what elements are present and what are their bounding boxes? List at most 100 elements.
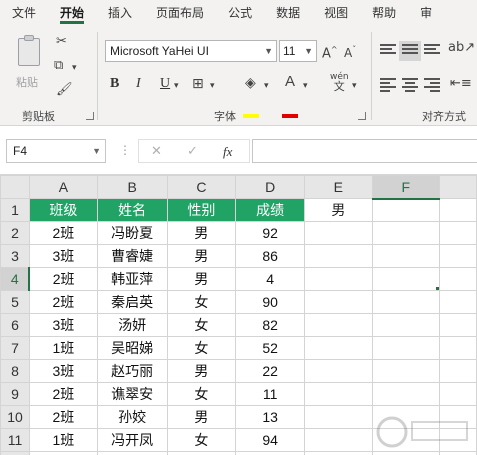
borders-icon[interactable]: ⊞ [192,76,204,92]
table-cell[interactable]: 男 [166,405,237,429]
table-cell[interactable]: 11 [235,382,305,406]
table-cell[interactable]: 1班 [28,336,98,360]
chevron-down-icon[interactable]: ▾ [303,78,308,94]
tab-4[interactable]: 公式 [216,0,264,26]
top-align-icon[interactable] [380,44,396,58]
empty-cell[interactable] [303,290,373,314]
italic-button[interactable]: I [136,74,141,94]
table-cell[interactable]: 22 [235,359,305,383]
table-cell[interactable]: 冯盼夏 [96,221,168,245]
empty-cell[interactable] [303,336,373,360]
font-size-select[interactable]: 11 ▼ [279,40,317,62]
column-header[interactable]: C [166,175,237,199]
empty-cell[interactable] [371,359,440,383]
table-cell[interactable]: 冯开凤 [96,428,168,452]
table-cell[interactable]: 赵巧丽 [96,359,168,383]
empty-cell[interactable] [303,428,373,452]
column-header-selected[interactable]: F [371,175,440,200]
font-dialog-launcher-icon[interactable] [358,112,366,120]
tab-5[interactable]: 数据 [264,0,312,26]
table-cell[interactable]: 孙姣 [96,405,168,429]
empty-cell[interactable] [303,382,373,406]
empty-cell[interactable] [371,198,440,222]
table-header-cell[interactable]: 性别 [166,198,237,222]
column-header[interactable]: E [303,175,373,199]
row-header[interactable]: 2 [0,221,30,245]
table-cell[interactable]: 2班 [28,290,98,314]
indent-icon[interactable]: ⇤≡ [450,76,472,92]
row-header[interactable]: 8 [0,359,30,383]
align-center-icon[interactable] [402,78,418,92]
empty-cell[interactable] [371,290,440,314]
row-header[interactable]: 9 [0,382,30,406]
empty-cell[interactable] [303,221,373,245]
table-cell[interactable]: 3班 [28,244,98,268]
name-box[interactable]: F4 ▼ [6,139,106,163]
table-header-cell[interactable]: 班级 [28,198,98,222]
table-cell[interactable]: 2班 [28,267,98,291]
table-cell[interactable]: 2班 [28,221,98,245]
table-cell[interactable]: 女 [166,290,237,314]
empty-cell[interactable] [438,198,477,222]
row-header[interactable]: 7 [0,336,30,360]
row-header[interactable]: 1 [0,198,30,222]
empty-cell[interactable] [303,405,373,429]
table-cell[interactable]: 4 [235,267,305,291]
empty-cell[interactable] [438,290,477,314]
empty-cell[interactable] [438,313,477,337]
table-header-cell[interactable]: 成绩 [235,198,305,222]
row-header[interactable]: 6 [0,313,30,337]
underline-button[interactable]: U [160,74,170,94]
table-cell[interactable]: 女 [166,428,237,452]
decrease-font-size-icon[interactable]: Aˇ [344,42,356,61]
tab-8[interactable]: 审 [408,0,444,26]
table-cell[interactable]: 男 [166,267,237,291]
table-cell[interactable]: 秦启英 [96,290,168,314]
tab-7[interactable]: 帮助 [360,0,408,26]
font-name-select[interactable]: Microsoft YaHei UI ▼ [105,40,277,62]
table-cell[interactable]: 韩亚萍 [96,267,168,291]
empty-cell[interactable] [438,244,477,268]
middle-align-icon[interactable] [399,41,421,61]
table-cell[interactable]: 52 [235,336,305,360]
table-cell[interactable]: 男 [166,244,237,268]
table-cell[interactable]: 82 [235,313,305,337]
table-cell[interactable]: 男 [166,221,237,245]
formula-input[interactable] [252,139,477,163]
table-cell[interactable]: 女 [166,336,237,360]
table-cell[interactable]: 1班 [28,428,98,452]
column-header[interactable]: B [96,175,168,199]
table-cell[interactable]: 谯翠安 [96,382,168,406]
tab-2[interactable]: 插入 [96,0,144,26]
empty-cell[interactable] [438,451,477,455]
orientation-icon[interactable]: ab↗ [448,40,475,56]
table-header-cell[interactable]: 姓名 [96,198,168,222]
empty-cell[interactable] [28,451,98,455]
empty-cell[interactable] [438,336,477,360]
table-cell[interactable]: 3班 [28,359,98,383]
insert-function-icon[interactable]: fx [223,144,232,160]
empty-cell[interactable] [438,221,477,245]
clipboard-dialog-launcher-icon[interactable] [86,112,94,120]
empty-cell[interactable] [371,313,440,337]
font-color-icon[interactable]: A [285,74,295,90]
paste-button[interactable]: 粘贴 [12,34,46,94]
empty-cell[interactable] [371,244,440,268]
tab-0[interactable]: 文件 [0,0,48,26]
row-header[interactable]: 5 [0,290,30,314]
column-header[interactable]: A [28,175,98,199]
empty-cell[interactable] [438,359,477,383]
row-header[interactable]: 3 [0,244,30,268]
copy-dropdown-icon[interactable]: ▾ [72,60,77,76]
tab-6[interactable]: 视图 [312,0,360,26]
tab-1[interactable]: 开始 [48,0,96,26]
table-cell[interactable]: 曹睿婕 [96,244,168,268]
empty-cell[interactable] [371,221,440,245]
empty-cell[interactable] [303,451,373,455]
bold-button[interactable]: B [110,74,119,94]
table-cell[interactable]: 2班 [28,405,98,429]
tab-3[interactable]: 页面布局 [144,0,216,26]
table-cell[interactable]: 94 [235,428,305,452]
empty-cell[interactable] [166,451,237,455]
table-cell[interactable]: 86 [235,244,305,268]
